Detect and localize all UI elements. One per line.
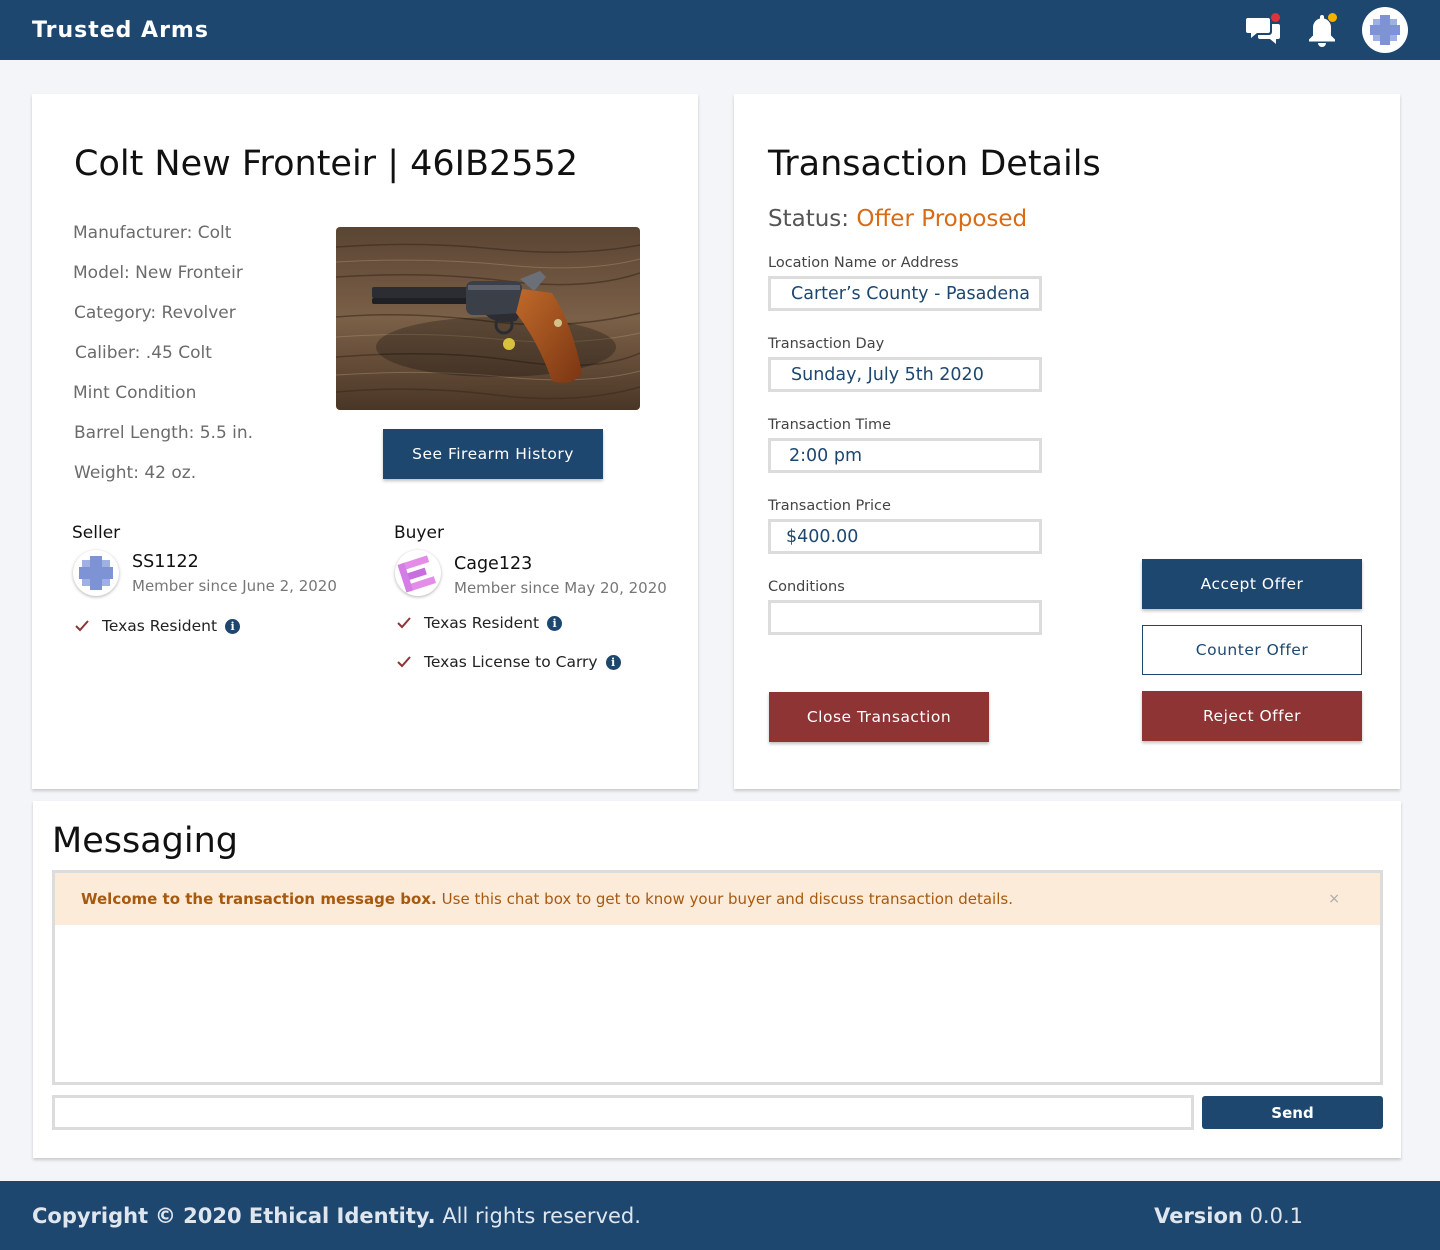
bell-icon[interactable] [1304, 12, 1340, 48]
chat-icon[interactable] [1246, 12, 1282, 48]
bell-notification-dot [1328, 13, 1337, 22]
checkmark-icon [396, 615, 412, 631]
messaging-card: Messaging Welcome to the transaction mes… [33, 801, 1401, 1158]
checkmark-icon [396, 654, 412, 670]
accept-offer-button[interactable]: Accept Offer [1142, 559, 1362, 609]
close-transaction-button[interactable]: Close Transaction [769, 692, 989, 742]
buyer-license-to-carry-check: Texas License to Carry i [396, 653, 621, 671]
copyright: Copyright © 2020 Ethical Identity. All r… [32, 1204, 641, 1228]
transaction-time-label: Transaction Time [768, 417, 892, 433]
brand-name[interactable]: Trusted Arms [32, 18, 209, 43]
reject-offer-button[interactable]: Reject Offer [1142, 691, 1362, 741]
buyer-name[interactable]: Cage123 [454, 554, 532, 574]
spec-barrel-length: Barrel Length: 5.5 in. [74, 423, 254, 443]
seller-name[interactable]: SS1122 [132, 552, 199, 572]
counter-offer-button[interactable]: Counter Offer [1142, 625, 1362, 675]
alert-bold-text: Welcome to the transaction message box. [81, 890, 437, 908]
firearm-card: Colt New Fronteir | 46IB2552 Manufacture… [32, 94, 698, 789]
transaction-details-card: Transaction Details Status: Offer Propos… [734, 94, 1400, 789]
chat-notification-dot [1271, 13, 1280, 22]
info-icon[interactable]: i [225, 618, 241, 634]
footer: Copyright © 2020 Ethical Identity. All r… [0, 1181, 1440, 1250]
copyright-rest: All rights reserved. [442, 1203, 641, 1228]
version: Version 0.0.1 [1154, 1204, 1303, 1228]
send-button[interactable]: Send [1202, 1096, 1383, 1129]
top-bar: Trusted Arms [0, 0, 1440, 60]
checkmark-icon [74, 618, 90, 634]
user-avatar[interactable] [1362, 7, 1408, 53]
seller-texas-resident-check: Texas Resident i [74, 617, 241, 635]
buyer-texas-resident-label: Texas Resident [424, 614, 540, 632]
location-field[interactable]: Carter’s County - Pasadena [768, 276, 1042, 311]
seller-avatar [73, 550, 119, 596]
firearm-photo [336, 227, 640, 410]
conditions-field[interactable] [768, 600, 1042, 635]
alert-text: Use this chat box to get to know your bu… [441, 890, 1013, 908]
info-icon[interactable]: i [605, 654, 621, 670]
spec-condition: Mint Condition [73, 383, 197, 403]
message-history-area[interactable]: Welcome to the transaction message box. … [52, 870, 1383, 1085]
copyright-company: © 2020 Ethical Identity. [154, 1203, 436, 1228]
seller-texas-resident-label: Texas Resident [102, 617, 218, 635]
buyer-texas-resident-check: Texas Resident i [396, 614, 563, 632]
spec-model: Model: New Fronteir [73, 263, 243, 283]
seller-member-since: Member since June 2, 2020 [132, 577, 337, 595]
transaction-details-title: Transaction Details [768, 144, 1101, 184]
top-icons [1246, 7, 1408, 53]
version-label: Version [1154, 1203, 1243, 1228]
firearm-title: Colt New Fronteir | 46IB2552 [74, 144, 579, 184]
version-value: 0.0.1 [1249, 1203, 1303, 1228]
location-label: Location Name or Address [768, 255, 959, 271]
buyer-member-since: Member since May 20, 2020 [454, 579, 667, 597]
spec-weight: Weight: 42 oz. [74, 463, 197, 483]
close-icon[interactable]: × [1328, 891, 1340, 907]
conditions-label: Conditions [768, 579, 845, 595]
transaction-price-field[interactable]: $400.00 [768, 519, 1042, 554]
seller-label: Seller [72, 523, 121, 543]
transaction-day-label: Transaction Day [768, 336, 885, 352]
transaction-price-label: Transaction Price [768, 498, 891, 514]
buyer-label: Buyer [394, 523, 444, 543]
transaction-status: Status: Offer Proposed [768, 206, 1027, 232]
status-label: Status: [768, 206, 850, 232]
spec-caliber: Caliber: .45 Colt [75, 343, 212, 363]
copyright-label: Copyright [32, 1203, 149, 1228]
transaction-day-field[interactable]: Sunday, July 5th 2020 [768, 357, 1042, 392]
messaging-title: Messaging [52, 821, 238, 861]
info-icon[interactable]: i [547, 615, 563, 631]
buyer-license-to-carry-label: Texas License to Carry [424, 653, 598, 671]
spec-manufacturer: Manufacturer: Colt [73, 223, 232, 243]
buyer-avatar [395, 550, 441, 596]
transaction-time-field[interactable]: 2:00 pm [768, 438, 1042, 473]
status-value: Offer Proposed [856, 206, 1028, 232]
message-input[interactable] [52, 1095, 1194, 1130]
welcome-alert: Welcome to the transaction message box. … [55, 873, 1380, 925]
spec-category: Category: Revolver [74, 303, 236, 323]
see-firearm-history-button[interactable]: See Firearm History [383, 429, 603, 479]
